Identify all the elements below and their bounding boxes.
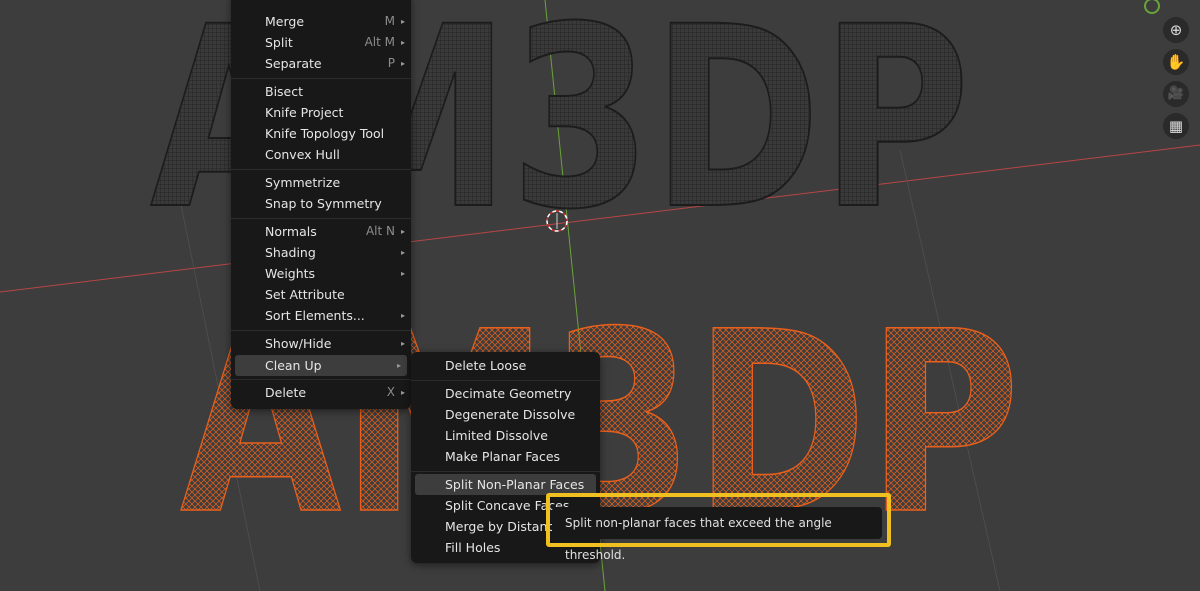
menu-item-bisect[interactable]: Bisect: [231, 81, 411, 102]
menu-item-knife-topology-tool[interactable]: Knife Topology Tool: [231, 123, 411, 144]
menu-item-limited-dissolve[interactable]: Limited Dissolve: [411, 425, 600, 446]
menu-item-label: Set Attribute: [265, 287, 345, 302]
submenu-arrow-icon: ▸: [400, 227, 405, 236]
grid-icon[interactable]: ▦: [1163, 113, 1189, 139]
menu-item-label: Delete: [265, 385, 307, 400]
menu-item-label: Shading: [265, 245, 316, 260]
menu-separator: [231, 379, 411, 380]
shortcut-label: Alt M: [364, 35, 395, 49]
menu-item-make-planar-faces[interactable]: Make Planar Faces: [411, 446, 600, 467]
submenu-arrow-icon: ▸: [400, 388, 405, 397]
menu-separator: [231, 218, 411, 219]
menu-item-set-attribute[interactable]: Set Attribute: [231, 284, 411, 305]
menu-item-label: Merge by Distance: [445, 519, 562, 534]
menu-item-symmetrize[interactable]: Symmetrize: [231, 172, 411, 193]
menu-item-merge[interactable]: Merge M ▸: [231, 11, 411, 32]
menu-item-label: Split: [265, 35, 293, 50]
menu-item-label: Decimate Geometry: [445, 386, 572, 401]
menu-item-degenerate-dissolve[interactable]: Degenerate Dissolve: [411, 404, 600, 425]
submenu-arrow-icon: ▸: [400, 38, 405, 47]
zoom-icon[interactable]: ⊕: [1163, 17, 1189, 43]
menu-item-label: Make Planar Faces: [445, 449, 561, 464]
menu-item-delete[interactable]: Delete X ▸: [231, 382, 411, 403]
menu-item-label: Knife Topology Tool: [265, 126, 385, 141]
menu-item-shading[interactable]: Shading ▸: [231, 242, 411, 263]
shortcut-label: Alt N: [365, 224, 395, 238]
menu-item-label: Convex Hull: [265, 147, 340, 162]
submenu-arrow-icon: ▸: [400, 339, 405, 348]
menu-item-label: Degenerate Dissolve: [445, 407, 576, 422]
highlight-box: [546, 493, 891, 547]
mesh-menu: Merge M ▸ Split Alt M ▸ Separate P ▸ Bisect Kn…: [231, 0, 411, 409]
shortcut-label: M: [384, 14, 395, 28]
submenu-arrow-icon: ▸: [400, 311, 405, 320]
menu-item-label: Sort Elements...: [265, 308, 365, 323]
menu-item-label: Fill Holes: [445, 540, 501, 555]
menu-separator: [231, 169, 411, 170]
submenu-arrow-icon: ▸: [396, 361, 401, 370]
menu-item-label: Normals: [265, 224, 317, 239]
axis-gizmo-icon: [1144, 0, 1160, 14]
menu-separator: [231, 78, 411, 79]
menu-item-label: Merge: [265, 14, 305, 29]
camera-icon[interactable]: 🎥: [1163, 81, 1189, 107]
menu-item-label: Split Non-Planar Faces: [445, 477, 585, 492]
menu-item-label: Symmetrize: [265, 175, 341, 190]
menu-item-snap-to-symmetry[interactable]: Snap to Symmetry: [231, 193, 411, 214]
menu-item-split-non-planar-faces[interactable]: Split Non-Planar Faces: [415, 474, 596, 495]
shortcut-label: X: [386, 385, 395, 399]
menu-item-separate[interactable]: Separate P ▸: [231, 53, 411, 74]
menu-item-split[interactable]: Split Alt M ▸: [231, 32, 411, 53]
hand-icon[interactable]: ✋: [1163, 49, 1189, 75]
submenu-arrow-icon: ▸: [400, 59, 405, 68]
submenu-arrow-icon: ▸: [400, 269, 405, 278]
menu-item-label: Knife Project: [265, 105, 344, 120]
menu-item-label: Limited Dissolve: [445, 428, 548, 443]
menu-separator: [231, 330, 411, 331]
menu-item-label: Weights: [265, 266, 316, 281]
menu-item-clean-up[interactable]: Clean Up ▸: [235, 355, 407, 376]
submenu-arrow-icon: ▸: [400, 17, 405, 26]
menu-item-normals[interactable]: Normals Alt N ▸: [231, 221, 411, 242]
submenu-arrow-icon: ▸: [400, 248, 405, 257]
menu-item-label: Clean Up: [265, 358, 322, 373]
menu-item-decimate-geometry[interactable]: Decimate Geometry: [411, 383, 600, 404]
menu-item-sort-elements[interactable]: Sort Elements... ▸: [231, 305, 411, 326]
menu-item-show-hide[interactable]: Show/Hide ▸: [231, 333, 411, 354]
menu-separator: [411, 471, 600, 472]
menu-item-convex-hull[interactable]: Convex Hull: [231, 144, 411, 165]
menu-item-label: Bisect: [265, 84, 304, 99]
menu-item-label: Separate: [265, 56, 322, 71]
shortcut-label: P: [387, 56, 395, 70]
menu-item-label: Show/Hide: [265, 336, 332, 351]
menu-item-delete-loose[interactable]: Delete Loose: [411, 355, 600, 376]
menu-separator: [411, 380, 600, 381]
menu-item-knife-project[interactable]: Knife Project: [231, 102, 411, 123]
menu-item-label: Snap to Symmetry: [265, 196, 382, 211]
menu-item-label: Delete Loose: [445, 358, 527, 373]
menu-item-weights[interactable]: Weights ▸: [231, 263, 411, 284]
